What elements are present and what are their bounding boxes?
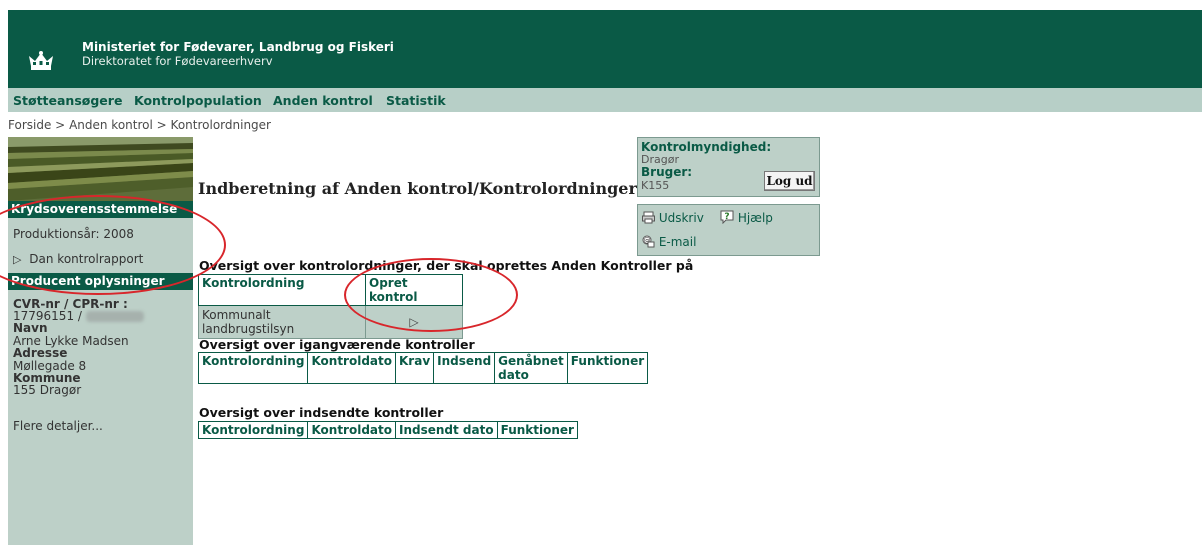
menu-statistik[interactable]: Statistik	[386, 93, 446, 108]
column-header: Kontroldato	[307, 352, 396, 384]
column-header: Opret kontrol	[365, 274, 463, 306]
producent-oplysninger-header: Producent oplysninger	[8, 273, 193, 290]
help-link[interactable]: ? Hjælp	[720, 210, 773, 225]
breadcrumb-separator: >	[55, 118, 66, 132]
printer-icon	[642, 211, 655, 224]
crown-icon	[29, 51, 53, 70]
help-icon: ?	[720, 210, 734, 225]
kontrolordninger-table: Kontrolordning Opret kontrol Kommunalt l…	[198, 274, 463, 339]
print-link[interactable]: Udskriv	[642, 211, 704, 225]
svg-text:?: ?	[724, 212, 729, 222]
dan-kontrolrapport-link[interactable]: ▷ Dan kontrolrapport	[13, 252, 143, 266]
column-header: Kontrolordning	[198, 274, 366, 306]
column-header: Kontroldato	[307, 421, 396, 439]
igangvaerende-table: Kontrolordning Kontroldato Krav Indsend …	[197, 352, 649, 384]
dan-kontrolrapport-label: Dan kontrolrapport	[29, 252, 144, 266]
main-menu: Støtteansøgere Kontrolpopulation Anden k…	[8, 88, 1202, 112]
section-kontrolordninger-title: Oversigt over kontrolordninger, der skal…	[199, 258, 694, 273]
column-header: Kontrolordning	[197, 352, 309, 384]
user-info-box: Kontrolmyndighed: Dragør Bruger: K155 Lo…	[637, 137, 820, 197]
name-label: Navn	[13, 321, 48, 335]
arrow-right-icon: ▷	[13, 253, 22, 266]
opret-kontrol-cell: ▷	[365, 305, 463, 339]
breadcrumb: Forside > Anden kontrol > Kontrolordning…	[8, 118, 271, 132]
tools-box: Udskriv ? Hjælp @ E-mail	[637, 204, 820, 256]
opret-kontrol-arrow-icon[interactable]: ▷	[409, 315, 418, 329]
authority-label: Kontrolmyndighed:	[641, 140, 772, 154]
menu-stoetteansoegere[interactable]: Støtteansøgere	[13, 93, 122, 108]
logout-button[interactable]: Log ud	[764, 171, 815, 191]
column-header: Funktioner	[566, 352, 649, 384]
column-header: Indsend	[433, 352, 496, 384]
breadcrumb-separator: >	[156, 118, 167, 132]
menu-anden-kontrol[interactable]: Anden kontrol	[273, 93, 373, 108]
page-title: Indberetning af Anden kontrol/Kontrolord…	[198, 179, 637, 198]
email-icon: @	[642, 235, 655, 248]
municipality-value: 155 Dragør	[13, 383, 82, 397]
column-header: Genåbnet dato	[494, 352, 568, 384]
field-image	[8, 137, 193, 201]
breadcrumb-home[interactable]: Forside	[8, 118, 51, 132]
email-link[interactable]: @ E-mail	[642, 235, 696, 249]
kontrolordning-cell: Kommunalt landbrugstilsyn	[198, 305, 366, 339]
address-label: Adresse	[13, 346, 68, 360]
help-label: Hjælp	[737, 211, 773, 225]
column-header: Kontrolordning	[197, 421, 309, 439]
table-row: Kommunalt landbrugstilsyn ▷	[198, 305, 463, 339]
user-value: K155	[641, 179, 670, 192]
flere-detaljer-link[interactable]: Flere detaljer...	[13, 419, 103, 433]
column-header: Indsendt dato	[395, 421, 498, 439]
krydsoverensstemmelse-header: Krydsoverensstemmelse	[8, 201, 193, 218]
sidebar: Krydsoverensstemmelse Produktionsår: 200…	[8, 137, 193, 545]
user-label: Bruger:	[641, 165, 693, 179]
section-indsendte-title: Oversigt over indsendte kontroller	[199, 405, 444, 420]
production-year: Produktionsår: 2008	[13, 227, 134, 241]
column-header: Krav	[394, 352, 435, 384]
breadcrumb-anden-kontrol[interactable]: Anden kontrol	[69, 118, 153, 132]
print-label: Udskriv	[658, 211, 704, 225]
column-header: Funktioner	[496, 421, 578, 439]
redacted-cpr	[85, 311, 144, 322]
section-igangvaerende-title: Oversigt over igangværende kontroller	[199, 337, 475, 352]
ministry-name: Ministeriet for Fødevarer, Landbrug og F…	[82, 40, 394, 54]
directorate-name: Direktoratet for Fødevareerhverv	[82, 54, 273, 68]
breadcrumb-current: Kontrolordninger	[170, 118, 271, 132]
email-label: E-mail	[658, 235, 697, 249]
menu-kontrolpopulation[interactable]: Kontrolpopulation	[134, 93, 262, 108]
indsendte-table: Kontrolordning Kontroldato Indsendt dato…	[197, 421, 578, 439]
